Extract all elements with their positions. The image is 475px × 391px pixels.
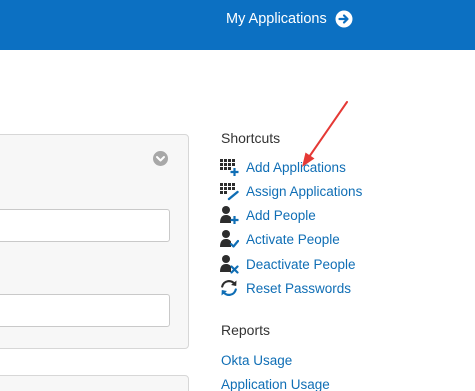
second-panel xyxy=(0,375,189,391)
shortcut-label: Deactivate People xyxy=(246,256,356,272)
my-applications-link[interactable]: My Applications xyxy=(226,9,353,29)
chevron-down-icon xyxy=(156,156,165,162)
shortcut-assign-applications[interactable]: Assign Applications xyxy=(219,181,362,201)
arrow-right-circle-icon xyxy=(335,10,353,28)
shortcut-label: Reset Passwords xyxy=(246,280,352,296)
shortcut-add-people[interactable]: Add People xyxy=(219,205,316,225)
panel-toggle-button[interactable] xyxy=(153,151,168,166)
text-field-1[interactable] xyxy=(0,209,170,242)
report-link-okta-usage[interactable]: Okta Usage xyxy=(221,353,292,368)
add-applications-icon xyxy=(220,159,239,176)
activate-person-icon xyxy=(220,230,239,248)
shortcut-label: Activate People xyxy=(246,231,340,247)
deactivate-person-icon xyxy=(220,255,239,274)
text-field-2[interactable] xyxy=(0,294,170,327)
shortcut-add-applications[interactable]: Add Applications xyxy=(219,157,346,177)
top-nav-bar: My Applications xyxy=(0,0,475,50)
add-person-icon xyxy=(220,206,239,224)
shortcut-label: Add Applications xyxy=(246,159,346,175)
report-link-application-usage[interactable]: Application Usage xyxy=(221,377,330,391)
assign-applications-icon xyxy=(220,183,239,201)
my-applications-label: My Applications xyxy=(226,11,327,27)
shortcut-label: Assign Applications xyxy=(246,183,363,199)
settings-panel xyxy=(0,134,189,349)
reset-refresh-icon xyxy=(221,280,237,296)
reports-heading: Reports xyxy=(221,322,271,338)
shortcut-reset-passwords[interactable]: Reset Passwords xyxy=(219,278,351,298)
shortcut-activate-people[interactable]: Activate People xyxy=(219,229,340,249)
shortcuts-heading: Shortcuts xyxy=(221,130,281,146)
shortcut-label: Add People xyxy=(246,207,316,223)
text-input-1[interactable] xyxy=(0,210,169,241)
shortcut-deactivate-people[interactable]: Deactivate People xyxy=(219,254,356,274)
text-input-2[interactable] xyxy=(0,295,169,326)
